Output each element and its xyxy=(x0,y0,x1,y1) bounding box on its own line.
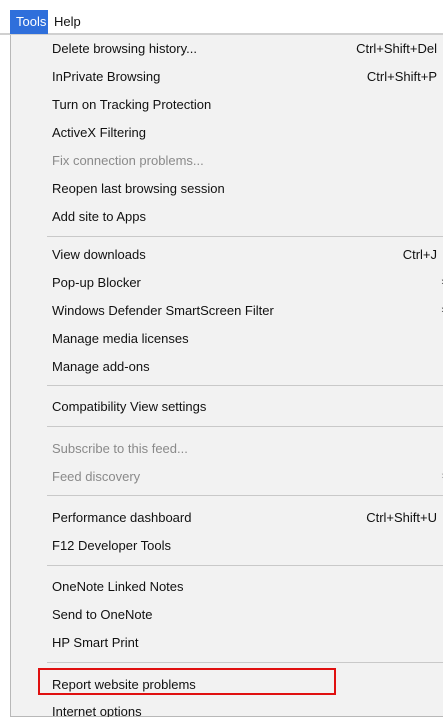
menu-item-label: Send to OneNote xyxy=(52,607,153,622)
menu-item-label: Fix connection problems... xyxy=(52,153,204,168)
menu-item-manage-add-ons[interactable]: Manage add-ons xyxy=(11,353,443,380)
menu-item-manage-media-licenses[interactable]: Manage media licenses xyxy=(11,325,443,352)
menu-item-label: Add site to Apps xyxy=(52,209,146,224)
menu-bar: Tools Help xyxy=(0,0,443,35)
menu-item-shortcut: Ctrl+Shift+U xyxy=(366,510,437,525)
menu-item-view-downloads[interactable]: View downloads Ctrl+J xyxy=(11,241,443,268)
menu-item-compatibility-view-settings[interactable]: Compatibility View settings xyxy=(11,393,443,420)
menu-item-label: Internet options xyxy=(52,704,142,717)
menu-help[interactable]: Help xyxy=(54,10,104,34)
menu-item-hp-smart-print[interactable]: HP Smart Print xyxy=(11,629,443,656)
menu-separator xyxy=(47,426,443,427)
menu-item-smartscreen-filter[interactable]: Windows Defender SmartScreen Filter › xyxy=(11,297,443,324)
menu-item-label: HP Smart Print xyxy=(52,635,139,650)
menu-item-label: Manage media licenses xyxy=(52,331,189,346)
internet-options-highlight xyxy=(38,668,336,695)
menu-item-add-site-to-apps[interactable]: Add site to Apps xyxy=(11,203,443,230)
ie-tools-menu-screen: Tools Help Delete browsing history... Ct… xyxy=(0,0,443,717)
menu-separator xyxy=(47,565,443,566)
menu-item-activex-filtering[interactable]: ActiveX Filtering xyxy=(11,119,443,146)
menu-item-label: Manage add-ons xyxy=(52,359,150,374)
menu-item-fix-connection-problems: Fix connection problems... xyxy=(11,147,443,174)
menu-item-label: ActiveX Filtering xyxy=(52,125,146,140)
menu-item-shortcut: Ctrl+J xyxy=(402,247,437,262)
menu-item-label: Turn on Tracking Protection xyxy=(52,97,212,112)
menu-item-f12-developer-tools[interactable]: F12 Developer Tools xyxy=(11,532,443,559)
menu-item-performance-dashboard[interactable]: Performance dashboard Ctrl+Shift+U xyxy=(11,504,443,531)
menu-item-inprivate-browsing[interactable]: InPrivate Browsing Ctrl+Shift+P xyxy=(11,63,443,90)
menu-item-label: InPrivate Browsing xyxy=(52,69,161,84)
menu-item-label: Subscribe to this feed... xyxy=(52,441,188,456)
menu-item-label: Performance dashboard xyxy=(52,510,192,525)
menu-item-popup-blocker[interactable]: Pop-up Blocker › xyxy=(11,269,443,296)
menu-tools[interactable]: Tools xyxy=(10,10,48,34)
menu-item-feed-discovery: Feed discovery › xyxy=(11,463,443,490)
menu-item-label: Pop-up Blocker xyxy=(52,275,141,290)
tools-dropdown-menu: Delete browsing history... Ctrl+Shift+De… xyxy=(10,35,443,717)
menu-item-internet-options[interactable]: Internet options xyxy=(11,698,443,717)
menu-item-label: OneNote Linked Notes xyxy=(52,579,184,594)
menu-item-label: Reopen last browsing session xyxy=(52,181,225,196)
menu-item-delete-browsing-history[interactable]: Delete browsing history... Ctrl+Shift+De… xyxy=(11,35,443,62)
menu-item-label: Windows Defender SmartScreen Filter xyxy=(52,303,274,318)
menu-item-onenote-linked-notes[interactable]: OneNote Linked Notes xyxy=(11,573,443,600)
menu-item-label: Compatibility View settings xyxy=(52,399,207,414)
menu-separator xyxy=(47,662,443,663)
menu-separator xyxy=(47,495,443,496)
menu-item-label: Delete browsing history... xyxy=(52,41,197,56)
menu-item-tracking-protection[interactable]: Turn on Tracking Protection xyxy=(11,91,443,118)
menu-item-label: F12 Developer Tools xyxy=(52,538,171,553)
menu-item-shortcut: Ctrl+Shift+P xyxy=(366,69,437,84)
menu-separator xyxy=(47,236,443,237)
tools-menu-items: Delete browsing history... Ctrl+Shift+De… xyxy=(11,35,443,717)
menu-separator xyxy=(47,385,443,386)
menu-item-subscribe-feed: Subscribe to this feed... xyxy=(11,435,443,462)
menu-item-label: View downloads xyxy=(52,247,146,262)
menu-item-shortcut: Ctrl+Shift+Del xyxy=(356,41,437,56)
menu-item-reopen-last-session[interactable]: Reopen last browsing session xyxy=(11,175,443,202)
menu-item-label: Feed discovery xyxy=(52,469,141,484)
menu-item-send-to-onenote[interactable]: Send to OneNote xyxy=(11,601,443,628)
